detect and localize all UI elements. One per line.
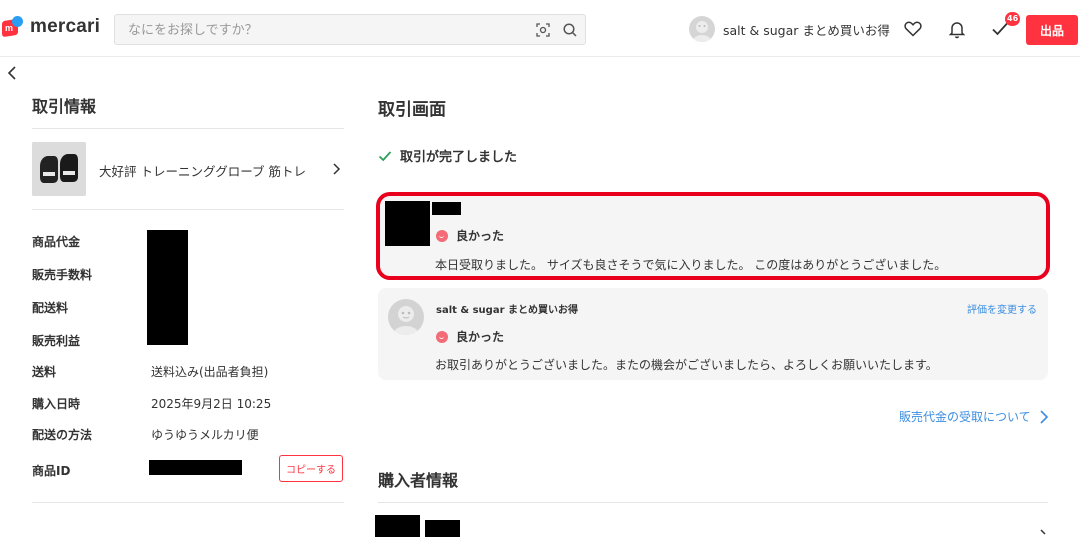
seller-comment: お取引ありがとうございました。またの機会がございましたら、よろしくお願いいたしま… bbox=[435, 358, 938, 372]
seller-avatar bbox=[388, 299, 424, 335]
copy-button[interactable]: コピーする bbox=[279, 455, 343, 482]
value-delivery-method: ゆうゆうメルカリ便 bbox=[151, 428, 259, 442]
divider bbox=[32, 502, 344, 503]
chevron-right-icon bbox=[1040, 409, 1048, 424]
value-shipping: 送料込み(出品者負担) bbox=[151, 365, 269, 379]
back-chevron-icon[interactable] bbox=[5, 64, 19, 82]
item-link[interactable]: 大好評 トレーニンググローブ 筋トレ bbox=[32, 142, 344, 196]
notification-badge: 46 bbox=[1005, 12, 1021, 26]
chevron-right-icon bbox=[333, 163, 341, 175]
label-delivery-method: 配送の方法 bbox=[32, 428, 93, 442]
seller-name: salt & sugar まとめ買いお得 bbox=[436, 305, 578, 316]
highlight-outline bbox=[376, 192, 1050, 280]
divider bbox=[32, 209, 344, 210]
seller-rating-label: 良かった bbox=[456, 330, 505, 344]
mercari-logo[interactable]: m mercari bbox=[2, 16, 100, 38]
payout-link-text: 販売代金の受取について bbox=[899, 410, 1031, 424]
divider bbox=[32, 128, 344, 129]
chevron-right-icon[interactable] bbox=[1038, 528, 1048, 537]
label-item-id: 商品ID bbox=[32, 464, 71, 478]
heart-icon[interactable] bbox=[903, 19, 923, 39]
avatar bbox=[689, 16, 715, 42]
user-menu[interactable]: salt & sugar まとめ買いお得 bbox=[689, 16, 890, 42]
trade-complete-status: 取引が完了しました bbox=[378, 146, 517, 165]
redacted-amounts bbox=[147, 230, 188, 345]
smile-dot-icon bbox=[436, 330, 448, 343]
redacted-buyer-name-2 bbox=[425, 520, 460, 537]
change-rating-link[interactable]: 評価を変更する bbox=[967, 301, 1037, 316]
top-header: m mercari salt & sugar まとめ買いお得 46 出品 bbox=[0, 0, 1080, 57]
check-icon bbox=[378, 150, 392, 161]
search-input[interactable] bbox=[128, 20, 508, 40]
scan-icon[interactable] bbox=[535, 22, 551, 38]
trade-status-text: 取引が完了しました bbox=[400, 150, 518, 165]
label-shipping-fee: 配送料 bbox=[32, 301, 69, 315]
sell-button[interactable]: 出品 bbox=[1026, 15, 1078, 45]
redacted-item-id bbox=[149, 460, 242, 475]
item-name: 大好評 トレーニンググローブ 筋トレ bbox=[99, 164, 306, 179]
item-thumbnail bbox=[32, 142, 86, 196]
value-purchase-date: 2025年9月2日 10:25 bbox=[151, 397, 272, 411]
redacted-buyer-avatar-2 bbox=[375, 515, 420, 537]
seller-rating: 良かった bbox=[436, 328, 504, 345]
label-purchase-date: 購入日時 bbox=[32, 397, 81, 411]
logo-mark-icon: m bbox=[2, 16, 24, 38]
transaction-info-title: 取引情報 bbox=[32, 97, 97, 116]
user-name: salt & sugar まとめ買いお得 bbox=[723, 22, 890, 38]
divider bbox=[378, 502, 1048, 503]
buyer-info-title: 購入者情報 bbox=[378, 471, 459, 490]
logo-text: mercari bbox=[30, 16, 101, 37]
payout-info-link[interactable]: 販売代金の受取について bbox=[899, 408, 1049, 425]
search-icon[interactable] bbox=[562, 22, 578, 38]
search-box bbox=[114, 14, 586, 45]
label-shipping: 送料 bbox=[32, 365, 57, 379]
label-item-price: 商品代金 bbox=[32, 235, 81, 249]
trade-screen-title: 取引画面 bbox=[378, 100, 446, 120]
label-sales-fee: 販売手数料 bbox=[32, 268, 93, 282]
label-profit: 販売利益 bbox=[32, 334, 81, 348]
bell-icon[interactable] bbox=[947, 19, 967, 39]
